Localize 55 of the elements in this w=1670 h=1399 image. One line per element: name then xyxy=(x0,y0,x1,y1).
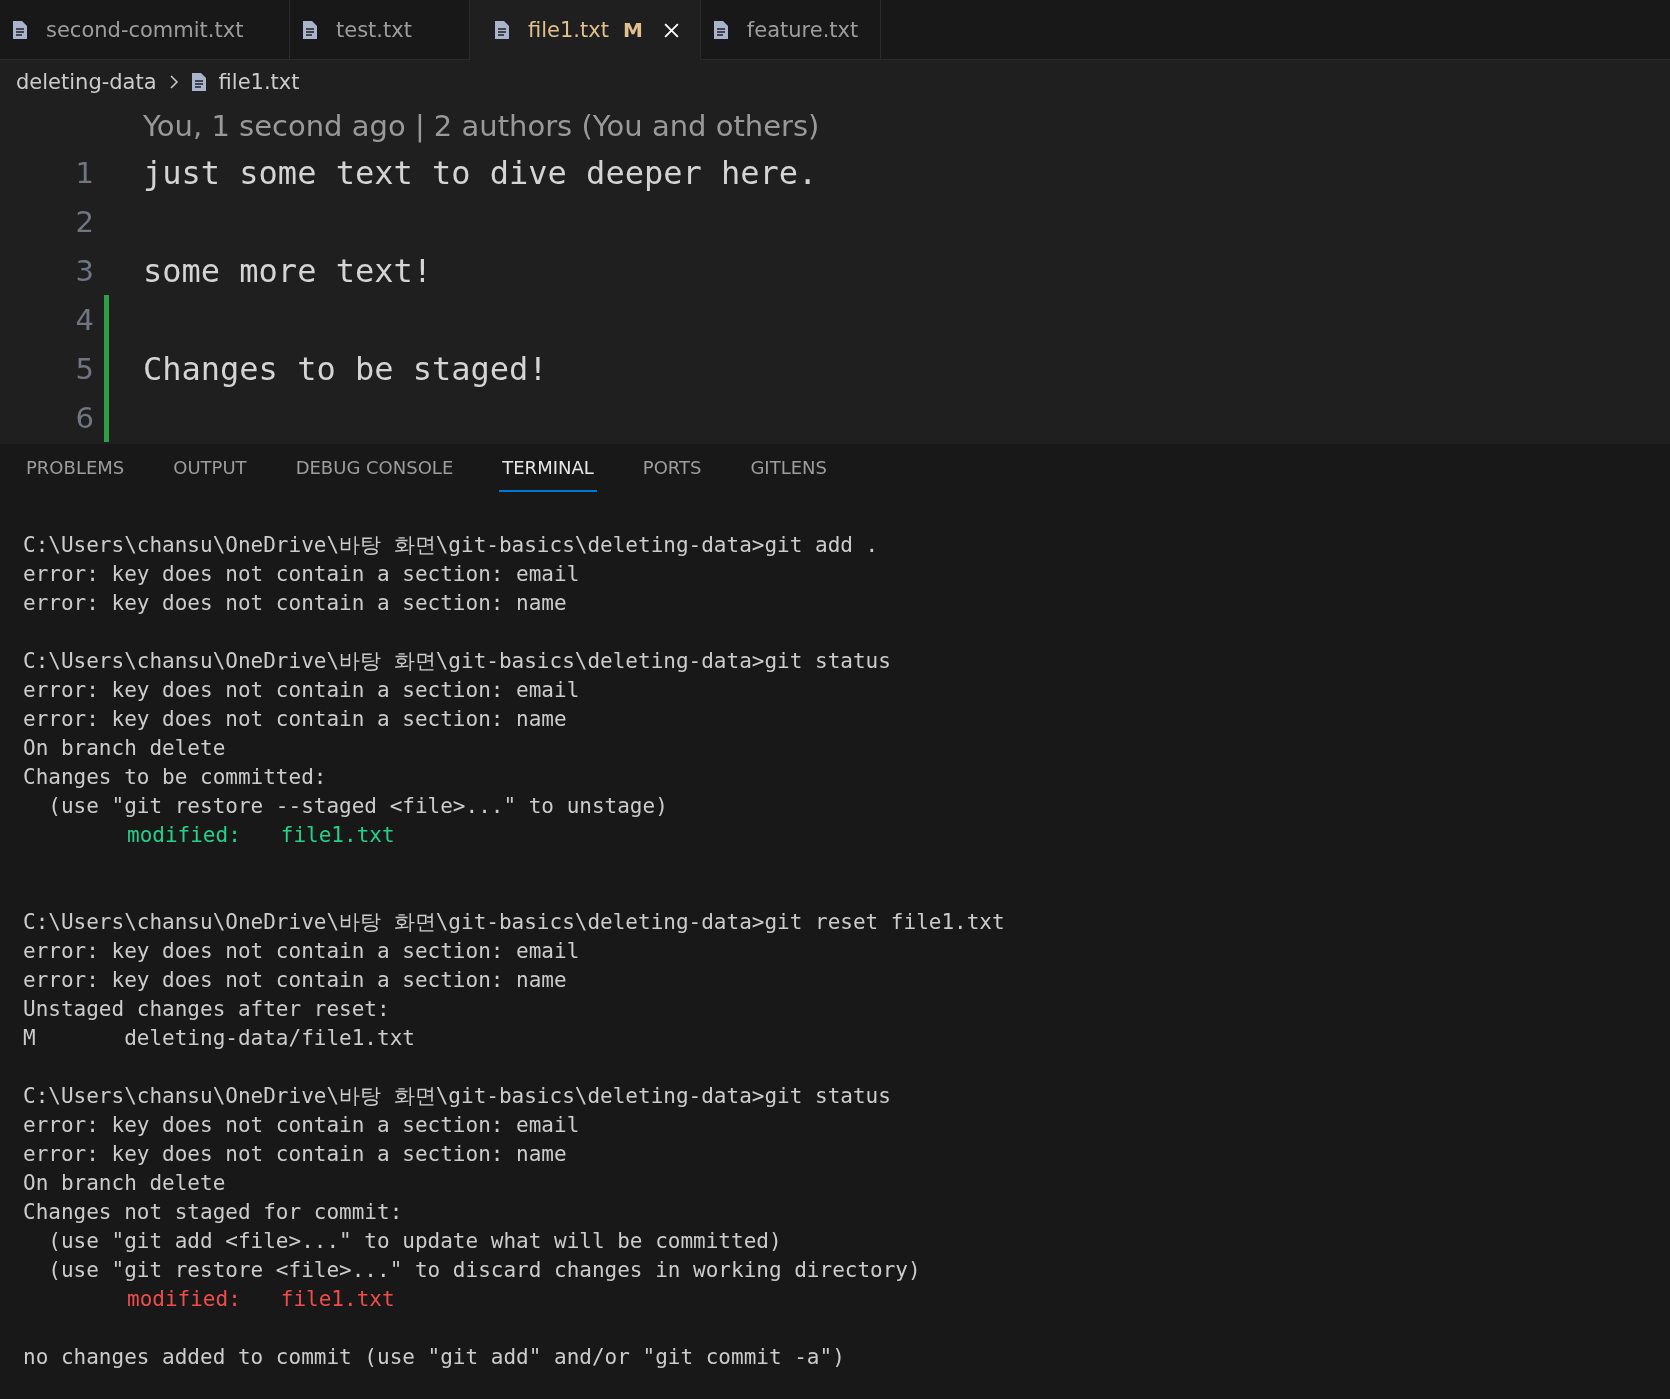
terminal-line: error: key does not contain a section: name xyxy=(23,706,567,733)
editor-tab[interactable]: feature.txt xyxy=(700,0,881,59)
code-line: just some text to dive deeper here. xyxy=(143,153,818,192)
terminal-line: no changes added to commit (use "git add" and/or "git commit -a") xyxy=(23,1344,845,1371)
terminal-line: error: key does not contain a section: name xyxy=(23,590,567,617)
terminal-line: C:\Users\chansu\OneDrive\바탕 화면\git-basics\deleting-data>git status xyxy=(23,648,891,675)
terminal-line: C:\Users\chansu\OneDrive\바탕 화면\git-basics\deleting-data>git reset file1.txt xyxy=(23,909,1005,936)
line-number: 1 xyxy=(74,155,94,190)
terminal-line: Changes not staged for commit: xyxy=(23,1199,403,1226)
terminal-line: error: key does not contain a section: name xyxy=(23,1141,567,1168)
editor-tab[interactable]: second-commit.txt xyxy=(0,0,290,59)
code-line: some more text! xyxy=(143,251,432,290)
file-icon xyxy=(190,72,207,92)
close-icon[interactable] xyxy=(662,21,680,39)
blame-annotation: You, 1 second ago | 2 authors (You and others) xyxy=(142,108,821,145)
terminal-line: On branch delete xyxy=(23,735,226,762)
editor-tab[interactable]: file1.txt M xyxy=(470,0,701,60)
line-number: 2 xyxy=(74,204,94,239)
file-name: file1.txt xyxy=(280,822,395,849)
terminal-line: On branch delete xyxy=(23,1170,226,1197)
terminal-line: error: key does not contain a section: email xyxy=(23,561,580,588)
terminal-line: (use "git add <file>..." to update what will be committed) xyxy=(47,1228,782,1255)
panel-tab[interactable]: DEBUG CONSOLE xyxy=(292,457,457,492)
file-icon xyxy=(12,19,28,40)
terminal-line: Unstaged changes after reset: xyxy=(23,996,390,1023)
terminal-line: error: key does not contain a section: name xyxy=(23,967,567,994)
terminal-line: error: key does not contain a section: email xyxy=(23,677,580,704)
file-icon xyxy=(712,19,729,40)
line-number: 3 xyxy=(74,253,94,288)
file-icon xyxy=(494,20,510,40)
panel-tab[interactable]: PROBLEMS xyxy=(23,457,128,492)
panel-tab[interactable]: PORTS xyxy=(639,457,705,492)
panel-tab[interactable]: OUTPUT xyxy=(170,457,250,492)
status-label: modified: xyxy=(127,822,241,849)
terminal-line: M deleting-data/file1.txt xyxy=(23,1025,415,1052)
chevron-right-icon xyxy=(168,74,179,90)
line-number: 4 xyxy=(74,302,94,337)
file-name: file1.txt xyxy=(280,1286,395,1313)
panel-tab[interactable]: GITLENS xyxy=(747,457,830,492)
modified-indicator: M xyxy=(622,18,643,42)
terminal-line: error: key does not contain a section: email xyxy=(23,938,580,965)
breadcrumb-file[interactable]: file1.txt xyxy=(218,70,300,94)
status-label: modified: xyxy=(127,1286,241,1313)
line-number: 6 xyxy=(74,400,94,435)
file-icon xyxy=(302,19,318,40)
terminal-line: error: key does not contain a section: email xyxy=(23,1112,580,1139)
breadcrumb-folder[interactable]: deleting-data xyxy=(16,70,157,94)
terminal-line: Changes to be committed: xyxy=(23,764,327,791)
code-line: Changes to be staged! xyxy=(143,349,548,388)
terminal-line: (use "git restore --staged <file>..." to unstage) xyxy=(47,793,668,820)
panel-tab[interactable]: TERMINAL xyxy=(499,457,597,492)
terminal-line: C:\Users\chansu\OneDrive\바탕 화면\git-basics\deleting-data>git status xyxy=(23,1083,891,1110)
terminal-line: (use "git restore <file>..." to discard changes in working directory) xyxy=(47,1257,921,1284)
terminal-line: C:\Users\chansu\OneDrive\바탕 화면\git-basics\deleting-data>git add . xyxy=(23,532,879,559)
line-number: 5 xyxy=(74,351,94,386)
